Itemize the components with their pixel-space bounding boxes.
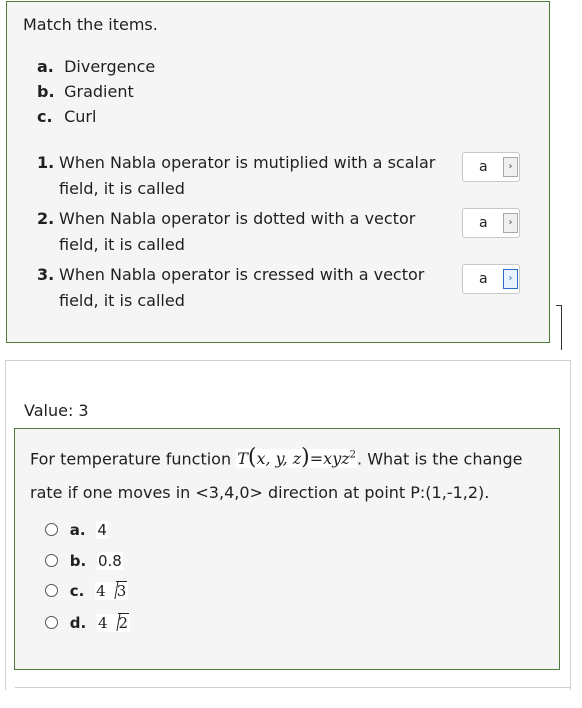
answer-radicand: 2 [117,613,130,632]
option-item-c: c. Curl [37,106,96,128]
option-letter: b. [37,82,55,101]
answer-value: 0.8 [97,552,123,570]
stem-text-before: For temperature function [30,449,237,469]
question-item-1: 1. When Nabla operator is mutiplied with… [37,150,457,202]
radio-button[interactable] [45,584,58,597]
question-body: For temperature function T(x, y, z)=xyz2… [14,428,560,670]
question-item-3: 3. When Nabla operator is cressed with a… [37,262,457,314]
answer-letter: b. [69,552,87,570]
option-item-a: a. Divergence [37,56,155,78]
divider [561,305,562,350]
answer-letter: d. [69,614,87,632]
radio-button[interactable] [45,616,58,629]
answer-value: 42 [97,611,131,635]
formula-function: T [237,449,248,469]
answer-value: 4 [96,521,108,539]
option-text: Gradient [64,82,134,101]
select-value: a [479,271,488,287]
radio-button[interactable] [45,554,58,567]
answer-coefficient: 4 [98,614,108,632]
answer-value: 43 [95,579,129,603]
option-text: Curl [64,107,97,126]
question-stem: For temperature function T(x, y, z)=xyz2… [30,439,550,510]
option-letter: a. [37,57,54,76]
answer-select-2[interactable]: a › [462,208,520,238]
formula-args: x, y, z [256,449,302,469]
chevron-down-icon[interactable]: › [503,269,518,289]
formula-exponent: 2 [349,450,357,461]
answer-option-a[interactable]: a. 4 [45,518,108,542]
divider [15,687,571,688]
matching-question-panel: Match the items. a. Divergence b. Gradie… [6,1,550,343]
question-number: 3. [37,265,55,284]
answer-select-1[interactable]: a › [462,152,520,182]
answer-option-c[interactable]: c. 43 [45,579,129,603]
question-item-2: 2. When Nabla operator is dotted with a … [37,206,457,258]
chevron-down-icon[interactable]: › [503,157,518,177]
answer-coefficient: 4 [96,582,106,600]
formula-rhs: =xyz [309,449,350,469]
question-text: When Nabla operator is dotted with a vec… [59,209,416,254]
select-value: a [479,159,488,175]
question-value-label: Value: 3 [24,401,89,420]
question-number: 1. [37,153,55,172]
chevron-down-icon[interactable]: › [503,213,518,233]
select-value: a [479,215,488,231]
radio-button[interactable] [45,523,58,536]
question-number: 2. [37,209,55,228]
answer-letter: c. [69,582,85,600]
question-text: When Nabla operator is mutiplied with a … [59,153,436,198]
answer-option-b[interactable]: b. 0.8 [45,549,123,573]
formula: T(x, y, z)=xyz2 [236,445,358,470]
answer-select-3[interactable]: a › [462,264,520,294]
question-text: When Nabla operator is cressed with a ve… [59,265,425,310]
answer-radicand: 3 [115,581,128,600]
answer-option-d[interactable]: d. 42 [45,611,131,635]
matching-instruction: Match the items. [23,15,158,34]
mcq-question-panel: Value: 3 For temperature function T(x, y… [5,360,571,690]
answer-letter: a. [69,521,86,539]
option-letter: c. [37,107,53,126]
sqrt-symbol: 2 [110,611,130,635]
option-text: Divergence [64,57,156,76]
sqrt-symbol: 3 [108,579,128,603]
option-item-b: b. Gradient [37,81,134,103]
formula-paren-close: ) [301,445,310,471]
